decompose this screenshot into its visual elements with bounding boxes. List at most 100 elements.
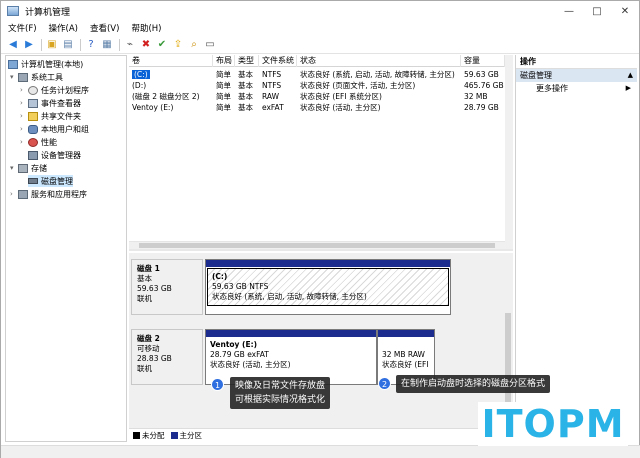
column-header-volume[interactable]: 卷	[129, 55, 213, 67]
maximize-button[interactable]: □	[583, 1, 611, 21]
chevron-right-icon[interactable]: ›	[20, 86, 28, 94]
shared-folder-icon	[28, 111, 38, 121]
chevron-down-icon[interactable]: ▾	[10, 73, 18, 81]
menu-file[interactable]: 文件(F)	[8, 22, 37, 34]
volume-list-horizontal-scrollbar[interactable]	[129, 241, 505, 249]
status-cell: 状态良好 (活动, 主分区)	[300, 103, 381, 112]
tree-item-local-users[interactable]: › 本地用户和组	[20, 123, 89, 135]
check-icon[interactable]: ✔	[156, 39, 168, 51]
tree-item-task-scheduler[interactable]: › 任务计划程序	[20, 84, 89, 96]
filesystem-cell: NTFS	[262, 70, 282, 79]
tree-item-shared-folders[interactable]: › 共享文件夹	[20, 110, 81, 122]
tree-label: 磁盘管理	[41, 176, 73, 186]
menu-bar: 文件(F) 操作(A) 查看(V) 帮助(H)	[1, 21, 639, 35]
scrollbar-thumb[interactable]	[139, 243, 495, 248]
chevron-right-icon[interactable]: ›	[20, 125, 28, 133]
computer-icon	[8, 59, 18, 69]
minimize-button[interactable]: —	[555, 1, 583, 21]
tree-item-storage[interactable]: ▾ 存储	[10, 162, 47, 174]
chevron-right-icon[interactable]: ›	[20, 138, 28, 146]
tree-item-disk-management[interactable]: 磁盘管理	[28, 175, 73, 187]
table-row[interactable]: (磁盘 2 磁盘分区 2) 简单 基本 RAW 状态良好 (EFI 系统分区) …	[129, 92, 505, 102]
column-header-filesystem[interactable]: 文件系统	[259, 55, 297, 67]
tree-item-event-viewer[interactable]: › 事件查看器	[20, 97, 81, 109]
tree-label: 服务和应用程序	[31, 189, 87, 199]
submenu-arrow-icon: ▶	[625, 84, 631, 92]
column-header-capacity[interactable]: 容量	[461, 55, 505, 67]
search-icon[interactable]: ⌕	[188, 39, 200, 51]
partition-body: 32 MB RAW 状态良好 (EFI	[378, 337, 434, 373]
pane-splitter[interactable]	[129, 249, 513, 251]
menu-view[interactable]: 查看(V)	[90, 22, 119, 34]
filesystem-cell: NTFS	[262, 81, 282, 90]
capacity-cell: 28.79 GB	[464, 103, 499, 112]
event-log-icon	[28, 98, 38, 108]
status-cell: 状态良好 (页面文件, 活动, 主分区)	[300, 81, 416, 90]
tree-item-device-manager[interactable]: 设备管理器	[28, 149, 81, 161]
show-tree-icon[interactable]: ▤	[62, 39, 74, 51]
volume-cell: (磁盘 2 磁盘分区 2)	[132, 92, 200, 101]
chevron-down-icon[interactable]: ▾	[10, 164, 18, 172]
tree-label: 计算机管理(本地)	[21, 59, 84, 69]
disk-1-label[interactable]: 磁盘 1 基本 59.63 GB 联机	[131, 259, 203, 315]
type-cell: 基本	[238, 92, 253, 101]
annotation-badge-2: 2	[378, 377, 391, 390]
volume-cell: Ventoy (E:)	[132, 103, 174, 112]
console-icon[interactable]: ▭	[204, 39, 216, 51]
type-cell: 基本	[238, 70, 253, 79]
tree-label: 存储	[31, 163, 47, 173]
filesystem-cell: exFAT	[262, 103, 284, 112]
device-manager-icon	[28, 150, 38, 160]
properties-icon[interactable]: ▦	[101, 39, 113, 51]
layout-cell: 简单	[216, 81, 231, 90]
disk-2-label[interactable]: 磁盘 2 可移动 28.83 GB 联机	[131, 329, 203, 385]
tree-item-services[interactable]: › 服务和应用程序	[10, 188, 87, 200]
help-icon[interactable]: ?	[85, 39, 97, 51]
delete-icon[interactable]: ✖	[140, 39, 152, 51]
tree-label: 性能	[41, 137, 57, 147]
menu-action[interactable]: 操作(A)	[49, 22, 78, 34]
column-header-status[interactable]: 状态	[297, 55, 461, 67]
title-bar: 计算机管理 — □ ✕	[1, 1, 639, 21]
tree-item-system-tools[interactable]: ▾ 系统工具	[10, 71, 63, 83]
callout-line: 映像及日常文件存放盘	[235, 381, 326, 391]
performance-icon	[28, 137, 38, 147]
table-row[interactable]: Ventoy (E:) 简单 基本 exFAT 状态良好 (活动, 主分区) 2…	[129, 103, 505, 113]
more-actions-item[interactable]: 更多操作 ▶	[516, 82, 637, 95]
connect-icon[interactable]: ⌁	[124, 39, 136, 51]
column-header-type[interactable]: 类型	[235, 55, 259, 67]
services-icon	[18, 189, 28, 199]
scrollbar-thumb[interactable]	[505, 313, 511, 413]
back-icon[interactable]: ◀	[7, 39, 19, 51]
layout-cell: 简单	[216, 92, 231, 101]
partition-body: (C:) 59.63 GB NTFS 状态良好 (系统, 启动, 活动, 故障转…	[207, 268, 449, 306]
toolbar-separator	[119, 38, 120, 51]
partition-size-fs: 32 MB RAW	[382, 350, 425, 359]
partition-status: 状态良好 (活动, 主分区)	[210, 360, 291, 369]
callout-line: 可根据实际情况格式化	[235, 395, 326, 405]
collapse-up-icon[interactable]: ▲	[628, 69, 633, 82]
column-header-layout[interactable]: 布局	[213, 55, 235, 67]
chevron-right-icon[interactable]: ›	[20, 99, 28, 107]
disk-state: 联机	[137, 294, 152, 303]
chevron-right-icon[interactable]: ›	[10, 190, 18, 198]
chevron-right-icon[interactable]: ›	[20, 112, 28, 120]
close-button[interactable]: ✕	[611, 1, 639, 21]
table-row[interactable]: (C:) 简单 基本 NTFS 状态良好 (系统, 启动, 活动, 故障转储, …	[129, 70, 505, 80]
disk-size: 28.83 GB	[137, 354, 172, 363]
partition-status: 状态良好 (EFI	[382, 360, 429, 369]
import-icon[interactable]: ⇪	[172, 39, 184, 51]
table-row[interactable]: (D:) 简单 基本 NTFS 状态良好 (页面文件, 活动, 主分区) 465…	[129, 81, 505, 91]
tools-icon	[18, 72, 28, 82]
menu-help[interactable]: 帮助(H)	[131, 22, 161, 34]
tree-label: 设备管理器	[41, 150, 81, 160]
tree-item-performance[interactable]: › 性能	[20, 136, 57, 148]
partition-c[interactable]: (C:) 59.63 GB NTFS 状态良好 (系统, 启动, 活动, 故障转…	[205, 259, 451, 315]
actions-section-disk-management[interactable]: 磁盘管理 ▲	[516, 69, 637, 82]
disk-name: 磁盘 1	[137, 264, 160, 273]
up-folder-icon[interactable]: ▣	[46, 39, 58, 51]
tree-label: 共享文件夹	[41, 111, 81, 121]
forward-icon[interactable]: ▶	[23, 39, 35, 51]
volume-list-vertical-scrollbar[interactable]	[505, 55, 513, 249]
tree-item-root[interactable]: 计算机管理(本地)	[8, 58, 83, 70]
